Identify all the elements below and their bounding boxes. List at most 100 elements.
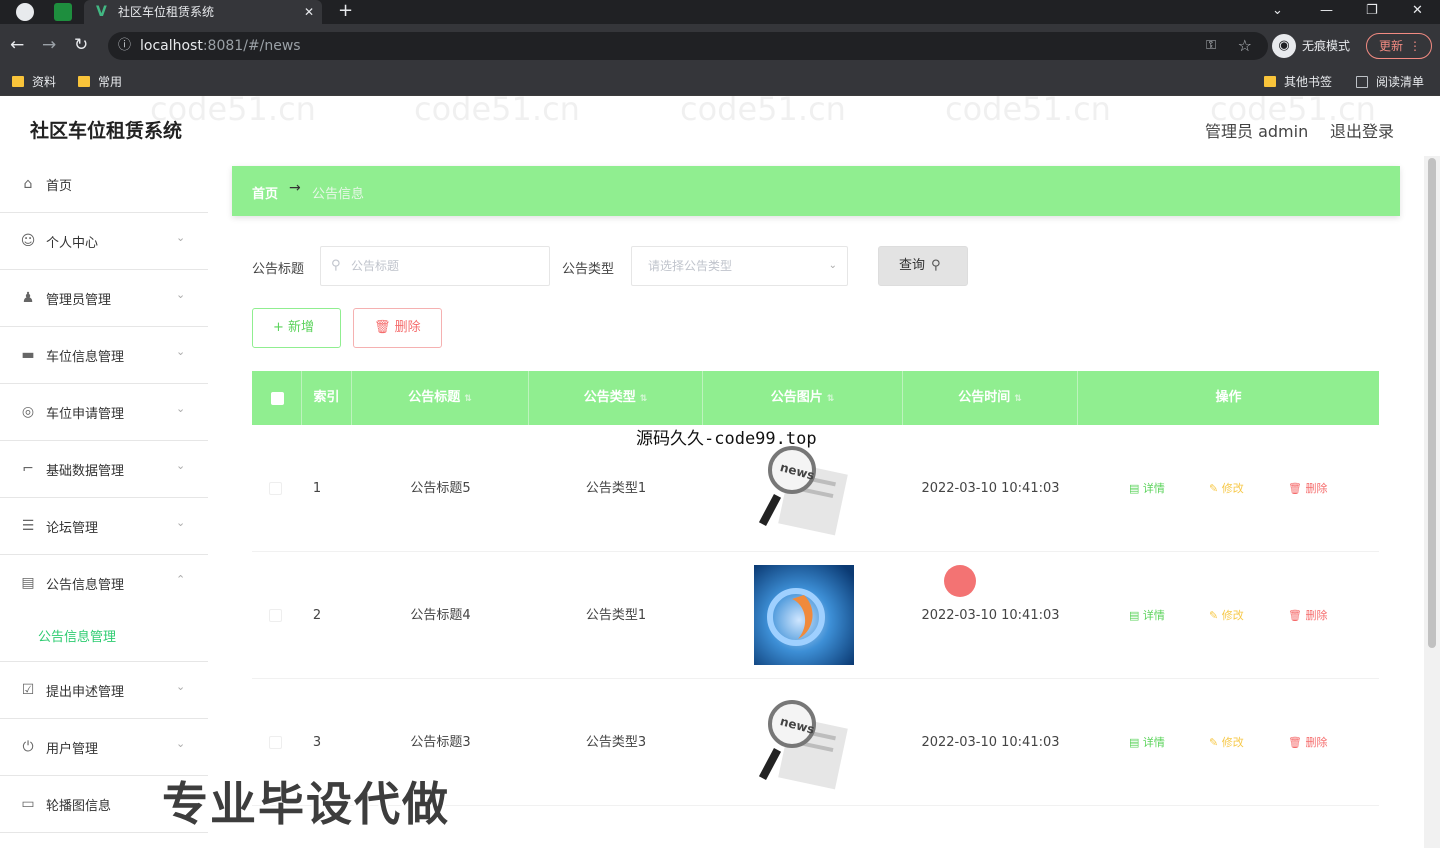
new-tab-button[interactable]: + (338, 0, 353, 22)
search-bar: 公告标题 ⚲ 公告标题 公告类型 请选择公告类型 ⌄ 查询 ⚲ (252, 246, 1012, 286)
chevron-up-icon: ⌃ (176, 573, 186, 586)
address-bar[interactable]: ⓘ localhost:8081/#/news ⚿ ☆ (108, 32, 1268, 60)
select-all-checkbox[interactable] (271, 392, 284, 405)
delete-button[interactable]: 🗑 删除 (1288, 425, 1327, 552)
arrow-right-icon: → (289, 180, 301, 196)
cursor-highlight (944, 565, 976, 597)
tab-search-icon[interactable]: ⌄ (1272, 0, 1283, 22)
cell-type: 公告类型1 (585, 608, 647, 623)
maximize-button[interactable]: ❐ (1366, 0, 1378, 22)
bookmark-star-icon[interactable]: ☆ (1238, 32, 1252, 60)
sidebar-item-forum[interactable]: ☰ 论坛管理 ⌄ (0, 498, 208, 555)
title-label: 公告标题 (252, 262, 305, 277)
incognito-indicator[interactable]: ◉ 无痕模式 (1272, 33, 1350, 59)
chevron-down-icon: ⌄ (176, 231, 186, 244)
blue-abstract-image[interactable] (754, 565, 854, 665)
close-window-button[interactable]: ✕ (1412, 0, 1423, 22)
detail-button[interactable]: ▤ 详情 (1129, 679, 1165, 806)
bookmark-folder-changyong[interactable]: 常用 (78, 72, 122, 92)
sidebar-subitem-notice[interactable]: 公告信息管理 (0, 612, 208, 662)
promo-overlay-text: 专业毕设代做 (162, 777, 450, 831)
bookmarks-bar: 资料 常用 其他书签 阅读清单 (0, 68, 1440, 96)
site-info-icon[interactable]: ⓘ (118, 32, 131, 60)
edit-button[interactable]: ✎ 修改 (1209, 552, 1244, 679)
search-icon: ⚲ (331, 258, 341, 273)
admin-icon: ♟ (21, 290, 35, 306)
forward-button[interactable]: → (42, 34, 56, 56)
folder-icon (12, 76, 24, 87)
row-checkbox[interactable] (269, 482, 282, 495)
other-bookmarks[interactable]: 其他书签 (1264, 72, 1332, 92)
cell-time: 2022-03-10 10:41:03 (921, 608, 1060, 623)
active-tab[interactable]: V 社区车位租赁系统 ✕ (84, 0, 322, 24)
browser-tab-bar: V 社区车位租赁系统 ✕ + ⌄ — ❐ ✕ (0, 0, 1440, 24)
edit-button[interactable]: ✎ 修改 (1209, 679, 1244, 806)
sidebar-item-admin[interactable]: ♟ 管理员管理 ⌄ (0, 270, 208, 327)
query-button[interactable]: 查询 ⚲ (878, 246, 968, 286)
incognito-label: 无痕模式 (1302, 39, 1351, 53)
news-magnifier-image[interactable]: news (754, 438, 854, 538)
sheet-tab-icon[interactable] (54, 3, 72, 21)
bookmark-folder-ziliao[interactable]: 资料 (12, 72, 56, 92)
header-title[interactable]: 公告标题 ⇅ (352, 371, 529, 425)
header-time[interactable]: 公告时间 ⇅ (903, 371, 1078, 425)
delete-button[interactable]: 🗑 删除 (1288, 552, 1327, 679)
sidebar-item-basedata[interactable]: ⌐ 基础数据管理 ⌄ (0, 441, 208, 498)
row-checkbox[interactable] (269, 736, 282, 749)
sidebar-item-profile[interactable]: ☺ 个人中心 ⌄ (0, 213, 208, 270)
batch-delete-button[interactable]: 🗑 删除 (353, 308, 442, 348)
browser-logo-icon (16, 3, 34, 21)
row-checkbox[interactable] (269, 609, 282, 622)
sort-icon: ⇅ (464, 394, 472, 404)
source-watermark-text: 源码久久-code99.top (636, 429, 817, 449)
header-image[interactable]: 公告图片 ⇅ (703, 371, 903, 425)
detail-button[interactable]: ▤ 详情 (1129, 552, 1165, 679)
add-button[interactable]: + 新增 (252, 308, 341, 348)
reading-list[interactable]: 阅读清单 (1356, 72, 1424, 92)
sidebar-item-application[interactable]: ◎ 车位申请管理 ⌄ (0, 384, 208, 441)
power-icon: ⏻ (22, 739, 34, 755)
sidebar-item-home[interactable]: ⌂ 首页 (0, 156, 208, 213)
tab-title: 社区车位租赁系统 (118, 5, 215, 19)
cell-title: 公告标题4 (410, 608, 471, 623)
header-index[interactable]: 索引 (302, 371, 352, 425)
app-root: code51.cn code51.cn code51.cn code51.cn … (0, 96, 1440, 848)
admin-label: 管理员 admin (1205, 122, 1309, 141)
news-magnifier-image[interactable]: news (754, 692, 854, 792)
app-title: 社区车位租赁系统 (30, 120, 183, 142)
cell-index: 2 (312, 608, 322, 623)
sidebar-item-parking[interactable]: ▬ 车位信息管理 ⌄ (0, 327, 208, 384)
breadcrumb-home[interactable]: 首页 (252, 183, 278, 202)
page-scrollbar[interactable] (1424, 156, 1440, 848)
reload-button[interactable]: ↻ (74, 34, 88, 56)
user-icon: ☺ (20, 233, 36, 249)
cell-index: 1 (312, 481, 322, 496)
header-type[interactable]: 公告类型 ⇅ (529, 371, 703, 425)
more-menu-icon[interactable]: ⋮ (1409, 34, 1421, 58)
header-select-col (252, 371, 302, 425)
tab-close-icon[interactable]: ✕ (304, 0, 314, 24)
check-icon: ☑ (21, 682, 35, 698)
compass-icon: ◎ (21, 404, 35, 420)
detail-button[interactable]: ▤ 详情 (1129, 425, 1165, 552)
chevron-down-icon: ⌄ (176, 680, 186, 693)
logout-button[interactable]: 退出登录 (1330, 118, 1394, 142)
key-icon[interactable]: ⚿ (1206, 32, 1216, 60)
edit-button[interactable]: ✎ 修改 (1209, 425, 1244, 552)
back-button[interactable]: ← (10, 34, 24, 56)
sidebar-item-notice[interactable]: ▤ 公告信息管理 ⌃ (0, 555, 208, 612)
home-icon: ⌂ (23, 176, 33, 192)
incognito-icon: ◉ (1272, 34, 1296, 58)
sidebar-item-appeal[interactable]: ☑ 提出申述管理 ⌄ (0, 662, 208, 719)
breadcrumb: 首页 → 公告信息 (232, 166, 1400, 216)
vue-logo-icon: V (96, 4, 107, 20)
minimize-button[interactable]: — (1320, 0, 1333, 22)
delete-button[interactable]: 🗑 删除 (1288, 679, 1327, 806)
update-button[interactable]: 更新 ⋮ (1366, 33, 1432, 59)
cell-time: 2022-03-10 10:41:03 (921, 735, 1060, 750)
crop-icon: ⌐ (22, 461, 34, 477)
type-select[interactable]: 请选择公告类型 ⌄ (631, 246, 848, 286)
scrollbar-thumb[interactable] (1428, 158, 1436, 648)
title-search-input[interactable]: ⚲ 公告标题 (320, 246, 550, 286)
table-header: 索引 公告标题 ⇅ 公告类型 ⇅ 公告图片 ⇅ 公告时间 ⇅ 操作 (252, 371, 1379, 425)
